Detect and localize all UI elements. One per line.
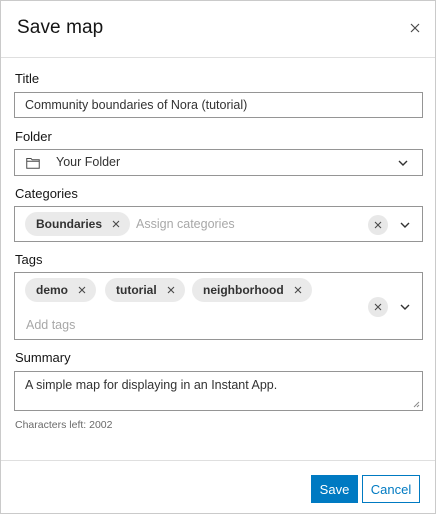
tags-label: Tags xyxy=(15,252,43,267)
tag-chip-label: tutorial xyxy=(116,283,157,297)
folder-label: Folder xyxy=(15,129,52,144)
tags-clear-button[interactable] xyxy=(368,297,388,317)
category-chip: Boundaries xyxy=(25,212,131,236)
close-button[interactable] xyxy=(405,18,425,38)
chevron-down-icon xyxy=(398,160,408,166)
tag-chip: tutorial xyxy=(105,278,185,302)
characters-left-text: Characters left: 2002 xyxy=(15,419,113,431)
title-input-value: Community boundaries of Nora (tutorial) xyxy=(25,98,248,112)
save-button[interactable]: Save xyxy=(311,475,358,503)
save-map-dialog: Save map Title Community boundaries of N… xyxy=(0,0,436,514)
summary-textarea[interactable]: A simple map for displaying in an Instan… xyxy=(14,371,423,411)
close-icon xyxy=(374,303,382,311)
categories-combobox[interactable]: Boundaries Assign categories xyxy=(14,206,423,242)
chevron-down-icon xyxy=(400,304,410,310)
categories-label: Categories xyxy=(15,186,78,201)
categories-placeholder[interactable]: Assign categories xyxy=(136,217,235,231)
tags-dropdown-toggle[interactable] xyxy=(398,300,412,314)
summary-textarea-value: A simple map for displaying in an Instan… xyxy=(25,378,278,392)
close-icon xyxy=(374,221,382,229)
close-icon xyxy=(294,286,302,294)
categories-dropdown-toggle[interactable] xyxy=(398,218,412,232)
folder-select[interactable]: Your Folder xyxy=(14,149,423,176)
dialog-title: Save map xyxy=(17,17,104,38)
categories-clear-button[interactable] xyxy=(368,215,388,235)
category-chip-label: Boundaries xyxy=(36,217,103,231)
cancel-button[interactable]: Cancel xyxy=(362,475,420,503)
tag-chip-label: neighborhood xyxy=(203,283,284,297)
chip-remove-button[interactable] xyxy=(292,284,304,296)
title-label: Title xyxy=(15,71,40,86)
chevron-down-icon xyxy=(400,222,410,228)
chip-remove-button[interactable] xyxy=(110,218,122,230)
close-icon xyxy=(112,220,120,228)
resize-grip-icon[interactable] xyxy=(412,400,420,408)
folder-dropdown-toggle[interactable] xyxy=(396,156,410,170)
chip-remove-button[interactable] xyxy=(165,284,177,296)
tags-combobox[interactable]: demo tutorial neighborhood Add tags xyxy=(14,272,423,340)
dialog-header: Save map xyxy=(1,1,435,58)
folder-select-value: Your Folder xyxy=(56,155,121,169)
folder-icon xyxy=(26,158,40,169)
chip-remove-button[interactable] xyxy=(76,284,88,296)
dialog-footer: Save Cancel xyxy=(1,460,435,513)
close-icon xyxy=(410,23,420,33)
tag-chip-label: demo xyxy=(36,283,69,297)
title-input[interactable]: Community boundaries of Nora (tutorial) xyxy=(14,92,423,118)
tags-placeholder[interactable]: Add tags xyxy=(26,318,75,332)
close-icon xyxy=(167,286,175,294)
tag-chip: neighborhood xyxy=(192,278,312,302)
close-icon xyxy=(78,286,86,294)
tag-chip: demo xyxy=(25,278,97,302)
summary-label: Summary xyxy=(15,350,71,365)
